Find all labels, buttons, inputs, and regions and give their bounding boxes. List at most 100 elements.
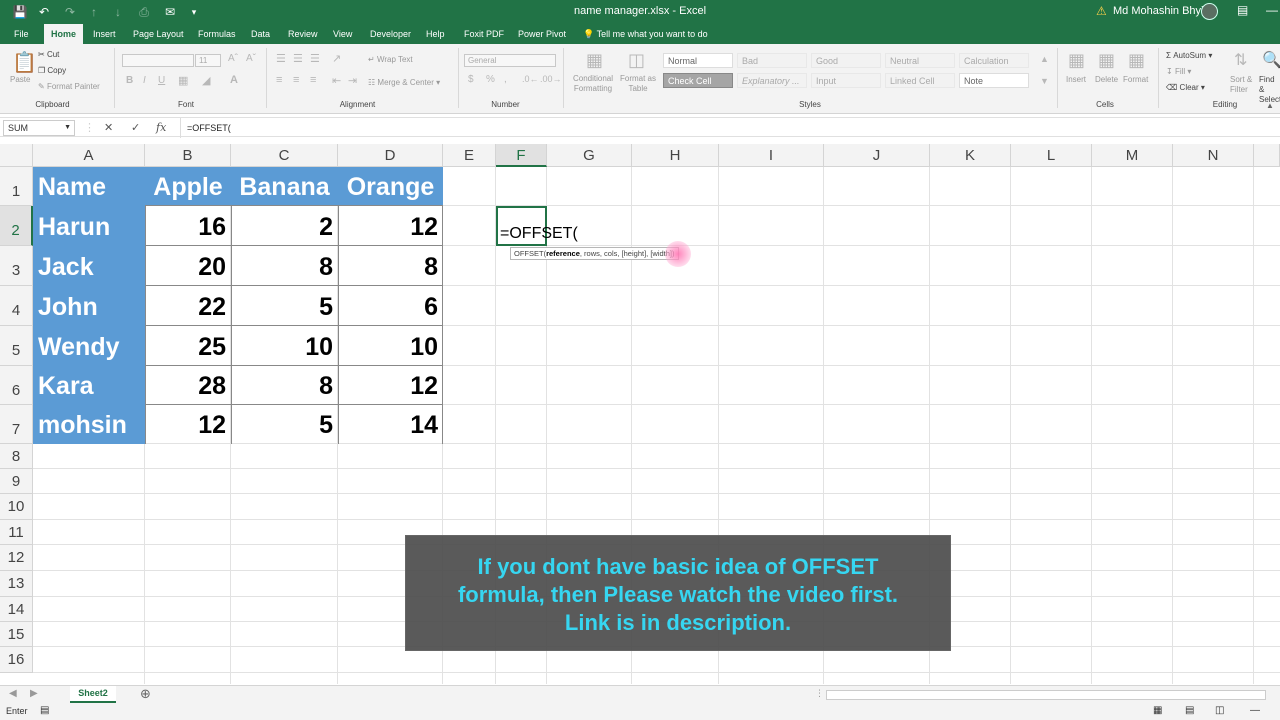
table-cell[interactable]: 12 (338, 206, 443, 246)
page-break-view-icon[interactable]: ◫ (1215, 705, 1224, 716)
select-all-corner[interactable] (0, 144, 33, 167)
style-bad[interactable]: Bad (737, 53, 807, 68)
format-painter-button[interactable]: ✎ Format Painter (38, 82, 100, 91)
table-cell[interactable]: 12 (338, 366, 443, 405)
table-cell[interactable]: 22 (145, 286, 231, 326)
tab-developer[interactable]: Developer (364, 24, 417, 44)
decrease-indent-icon[interactable]: ⇤ (332, 74, 341, 87)
macro-record-icon[interactable]: ▤ (40, 705, 49, 716)
prev-sheet-icon[interactable]: ◀ (9, 688, 17, 699)
shrink-font-icon[interactable]: Aˇ (246, 53, 256, 64)
font-name-select[interactable] (122, 54, 194, 67)
autosum-button[interactable]: Σ AutoSum ▾ (1166, 51, 1212, 60)
table-cell[interactable]: 12 (145, 405, 231, 444)
top-align-icon[interactable]: ☰ (276, 52, 286, 65)
comma-style-icon[interactable]: , (504, 74, 507, 85)
font-size-select[interactable]: 11 (195, 54, 221, 67)
row-header-4[interactable]: 4 (0, 286, 33, 326)
column-header-g[interactable]: G (547, 144, 632, 167)
column-header-k[interactable]: K (930, 144, 1011, 167)
row-header-11[interactable]: 11 (0, 520, 33, 545)
table-row-label[interactable]: Jack (33, 246, 145, 286)
clear-button[interactable]: ⌫ Clear ▾ (1166, 83, 1205, 92)
row-header-5[interactable]: 5 (0, 326, 33, 366)
avatar[interactable] (1201, 3, 1218, 20)
tab-foxit-pdf[interactable]: Foxit PDF (458, 24, 510, 44)
column-header-i[interactable]: I (719, 144, 824, 167)
tab-view[interactable]: View (327, 24, 358, 44)
more-options-icon[interactable]: ⋮ (815, 688, 824, 699)
table-row-label[interactable]: John (33, 286, 145, 326)
column-header-m[interactable]: M (1092, 144, 1173, 167)
style-linked-cell[interactable]: Linked Cell (885, 73, 955, 88)
table-cell[interactable]: 10 (231, 326, 338, 366)
bottom-align-icon[interactable]: ☰ (310, 52, 320, 65)
style-normal[interactable]: Normal (663, 53, 733, 68)
wrap-text-button[interactable]: ↵ Wrap Text (368, 55, 413, 64)
style-neutral[interactable]: Neutral (885, 53, 955, 68)
grow-font-icon[interactable]: Aˆ (228, 53, 238, 64)
underline-icon[interactable]: U (158, 75, 165, 86)
table-row-label[interactable]: Kara (33, 366, 145, 405)
style-calculation[interactable]: Calculation (959, 53, 1029, 68)
table-cell[interactable]: 28 (145, 366, 231, 405)
conditional-formatting-icon[interactable]: ▦ (586, 50, 603, 71)
column-header-l[interactable]: L (1011, 144, 1092, 167)
merge-center-button[interactable]: ☷ Merge & Center ▾ (368, 78, 440, 87)
column-header-a[interactable]: A (33, 144, 145, 167)
style-good[interactable]: Good (811, 53, 881, 68)
page-layout-view-icon[interactable]: ▤ (1185, 705, 1194, 716)
table-row-label[interactable]: mohsin (33, 405, 145, 444)
table-row-label[interactable]: Harun (33, 206, 145, 246)
copy-button[interactable]: ❐ Copy (38, 66, 66, 75)
fill-color-icon[interactable]: ◢ (202, 74, 210, 87)
row-header-15[interactable]: 15 (0, 622, 33, 647)
insert-cells-icon[interactable]: ▦ (1068, 50, 1085, 71)
minimize-icon[interactable]: — (1266, 3, 1278, 17)
format-as-table-label[interactable]: Format as Table (620, 74, 656, 94)
sheet-tab-sheet2[interactable]: Sheet2 (70, 686, 116, 703)
table-cell[interactable]: 8 (231, 246, 338, 286)
align-left-icon[interactable]: ≡ (276, 74, 282, 86)
tooltip-args[interactable]: , rows, cols, [height], [width]) (580, 249, 675, 258)
tab-home[interactable]: Home (44, 24, 83, 44)
number-format-select[interactable]: General (464, 54, 556, 67)
column-header-h[interactable]: H (632, 144, 719, 167)
format-cells-icon[interactable]: ▦ (1128, 50, 1145, 71)
align-right-icon[interactable]: ≡ (310, 74, 316, 86)
font-color-icon[interactable]: A (230, 74, 238, 86)
row-header-1[interactable]: 1 (0, 167, 33, 206)
currency-icon[interactable]: $ (468, 74, 474, 85)
insert-label[interactable]: Insert (1066, 75, 1086, 84)
tooltip-function[interactable]: OFFSET( (514, 249, 546, 258)
column-header-d[interactable]: D (338, 144, 443, 167)
row-header-14[interactable]: 14 (0, 597, 33, 622)
cut-button[interactable]: ✂ Cut (38, 50, 59, 59)
row-header-8[interactable]: 8 (0, 444, 33, 469)
column-header-c[interactable]: C (231, 144, 338, 167)
orientation-icon[interactable]: ↗ (332, 52, 341, 65)
collapse-ribbon-icon[interactable]: ▲ (1266, 101, 1274, 110)
styles-more-icon[interactable]: ▼ (1040, 76, 1049, 86)
styles-scroll-up-icon[interactable]: ▲ (1040, 54, 1049, 64)
function-tooltip[interactable]: OFFSET(reference, rows, cols, [height], … (510, 247, 679, 260)
row-header-6[interactable]: 6 (0, 366, 33, 405)
row-header-10[interactable]: 10 (0, 494, 33, 520)
tab-insert[interactable]: Insert (87, 24, 122, 44)
formula-input[interactable]: =OFFSET( (180, 118, 1280, 138)
normal-view-icon[interactable]: ▦ (1153, 705, 1162, 716)
horizontal-scrollbar[interactable] (826, 690, 1266, 700)
table-cell[interactable]: 14 (338, 405, 443, 444)
style-note[interactable]: Note (959, 73, 1029, 88)
delete-label[interactable]: Delete (1095, 75, 1118, 84)
row-header-2[interactable]: 2 (0, 206, 33, 246)
tab-data[interactable]: Data (245, 24, 276, 44)
table-row-label[interactable]: Wendy (33, 326, 145, 366)
zoom-out-icon[interactable]: — (1250, 705, 1260, 716)
enter-icon[interactable]: ✓ (131, 121, 140, 134)
table-header-cell[interactable]: Apple (145, 167, 231, 206)
increase-indent-icon[interactable]: ⇥ (348, 74, 357, 87)
conditional-formatting-label[interactable]: Conditional Formatting (570, 74, 616, 94)
paste-label[interactable]: Paste (10, 75, 30, 84)
table-cell[interactable]: 16 (145, 206, 231, 246)
